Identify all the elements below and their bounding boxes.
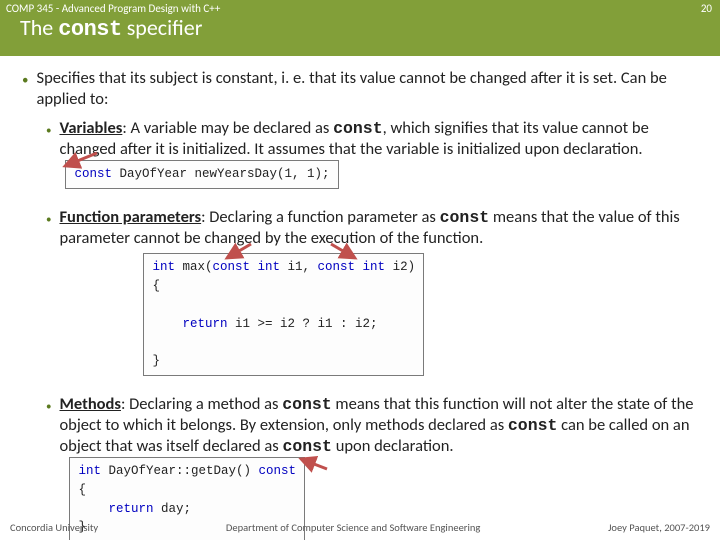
keyword-const: const — [333, 119, 383, 138]
bullet-icon: • — [46, 394, 59, 540]
list-item: Methods: Declaring a method as const mea… — [59, 394, 702, 540]
term-variables: Variables — [59, 118, 122, 138]
intro-text: Specifies that its subject is constant, … — [36, 68, 702, 110]
keyword-const: const — [282, 437, 332, 456]
list-item: Function parameters: Declaring a functio… — [59, 207, 702, 376]
footer-right: Joey Paquet, 2007-2019 — [608, 521, 710, 534]
page-number: 20 — [701, 2, 712, 15]
title-pre: The — [20, 14, 58, 41]
keyword-const: const — [440, 208, 490, 227]
text: : Declaring a function parameter as — [201, 207, 439, 227]
code-example-function: int max(const int i1, const int i2) { re… — [143, 253, 424, 376]
title-post: specifier — [122, 14, 203, 41]
term-methods: Methods — [59, 394, 121, 414]
text: : Declaring a method as — [121, 394, 282, 414]
bullet-icon: • — [22, 68, 36, 110]
text: upon declaration. — [332, 436, 454, 456]
arrow-icon — [297, 455, 331, 473]
list-item: Variables: A variable may be declared as… — [59, 118, 702, 189]
arrow-icon — [327, 241, 361, 263]
term-function-parameters: Function parameters — [59, 207, 201, 227]
arrow-icon — [223, 241, 257, 263]
header-bar: COMP 345 - Advanced Program Design with … — [0, 0, 720, 56]
code-example-variables: const DayOfYear newYearsDay(1, 1); — [65, 160, 338, 189]
title-keyword: const — [58, 17, 122, 42]
footer-center: Department of Computer Science and Softw… — [226, 521, 480, 534]
bullet-icon: • — [46, 118, 59, 189]
keyword-const: const — [282, 395, 332, 414]
slide-title: The const specifier — [0, 15, 720, 43]
keyword-const: const — [508, 416, 558, 435]
text: : A variable may be declared as — [122, 118, 333, 138]
footer-left: Concordia University — [10, 521, 98, 534]
bullet-icon: • — [46, 207, 59, 376]
footer: Concordia University Department of Compu… — [0, 521, 720, 534]
content-area: • Specifies that its subject is constant… — [0, 56, 720, 540]
arrow-icon — [59, 150, 103, 172]
